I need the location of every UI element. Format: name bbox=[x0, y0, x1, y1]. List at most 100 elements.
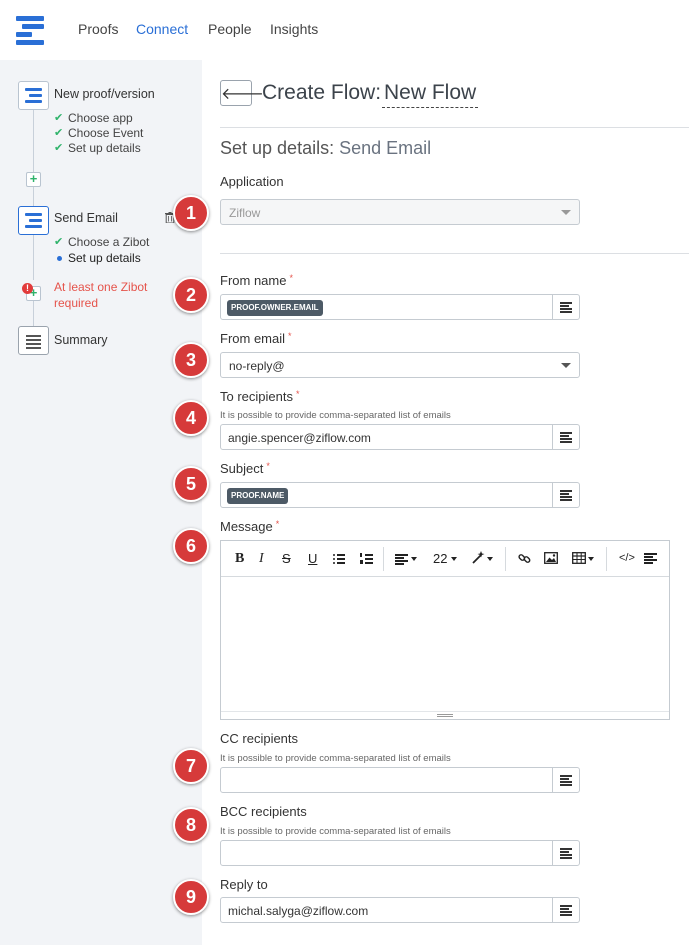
from-email-select[interactable]: no-reply@ bbox=[220, 352, 580, 378]
to-recipients-field[interactable]: angie.spencer@ziflow.com bbox=[220, 424, 580, 450]
substep-choose-app[interactable]: ✔ Choose app bbox=[54, 111, 133, 125]
cc-recipients-field[interactable] bbox=[220, 767, 580, 793]
variable-tag[interactable]: PROOF.NAME bbox=[227, 488, 289, 504]
toolbar-separator bbox=[383, 547, 384, 571]
chevron-down-icon bbox=[588, 557, 594, 561]
current-dot-icon bbox=[57, 256, 62, 261]
connector-line bbox=[33, 301, 34, 326]
chevron-down-icon bbox=[411, 557, 417, 561]
nav-people[interactable]: People bbox=[208, 21, 252, 37]
strikethrough-button[interactable]: S bbox=[282, 551, 291, 566]
variable-tag[interactable]: PROOF.OWNER.EMAIL bbox=[227, 300, 323, 316]
step-trigger-title[interactable]: New proof/version bbox=[54, 87, 155, 101]
substep-choose-zibot[interactable]: ✔ Choose a Zibot bbox=[54, 235, 149, 249]
annotation-badge-8: 8 bbox=[173, 807, 209, 843]
annotation-badge-2: 2 bbox=[173, 277, 209, 313]
check-icon: ✔ bbox=[54, 127, 64, 139]
back-button[interactable]: 🡐 bbox=[220, 80, 264, 106]
error-icon: ! bbox=[22, 283, 33, 294]
nav-insights[interactable]: Insights bbox=[270, 21, 318, 37]
numbered-list-icon[interactable] bbox=[360, 553, 373, 565]
bcc-recipients-help: It is possible to provide comma-separate… bbox=[220, 826, 451, 837]
step-send-email-title[interactable]: Send Email bbox=[54, 211, 118, 225]
annotation-badge-1: 1 bbox=[173, 195, 209, 231]
chevron-down-icon bbox=[561, 363, 571, 368]
section-title: Set up details: Send Email bbox=[220, 138, 432, 158]
connector-line bbox=[33, 235, 34, 280]
page-title: Create Flow: bbox=[262, 81, 382, 104]
table-icon[interactable] bbox=[572, 552, 586, 564]
divider bbox=[220, 127, 689, 128]
annotation-badge-9: 9 bbox=[173, 879, 209, 915]
reply-to-label: Reply to bbox=[220, 877, 268, 892]
ziflow-logo[interactable] bbox=[16, 14, 48, 46]
magic-wand-icon[interactable] bbox=[471, 551, 485, 565]
flow-steps-sidebar bbox=[0, 60, 202, 945]
align-icon[interactable] bbox=[395, 553, 408, 565]
link-icon[interactable] bbox=[518, 552, 531, 565]
annotation-badge-4: 4 bbox=[173, 400, 209, 436]
editor-toolbar: B I S U 22 </> bbox=[221, 541, 669, 577]
chevron-down-icon bbox=[487, 557, 493, 561]
to-recipients-label: To recipients * bbox=[220, 389, 300, 404]
arrow-left-icon: 🡐 bbox=[221, 86, 264, 103]
toolbar-separator bbox=[505, 547, 506, 571]
insert-variable-icon[interactable] bbox=[552, 768, 579, 792]
annotation-badge-3: 3 bbox=[173, 342, 209, 378]
to-recipients-help: It is possible to provide comma-separate… bbox=[220, 410, 451, 421]
cc-recipients-label: CC recipients bbox=[220, 731, 299, 746]
check-icon: ✔ bbox=[54, 236, 64, 248]
nav-proofs[interactable]: Proofs bbox=[78, 21, 118, 37]
subject-label: Subject * bbox=[220, 461, 270, 476]
substep-set-up-details-current[interactable]: Set up details bbox=[54, 251, 141, 265]
message-label: Message * bbox=[220, 519, 280, 534]
font-size-select[interactable]: 22 bbox=[433, 551, 447, 566]
cc-recipients-help: It is possible to provide comma-separate… bbox=[220, 753, 451, 764]
step-summary-icon[interactable] bbox=[18, 326, 49, 355]
bcc-recipients-label: BCC recipients bbox=[220, 804, 307, 819]
divider bbox=[220, 253, 689, 254]
code-view-button[interactable]: </> bbox=[619, 552, 635, 564]
bold-button[interactable]: B bbox=[235, 551, 244, 567]
substep-choose-event[interactable]: ✔ Choose Event bbox=[54, 126, 143, 140]
from-name-label: From name * bbox=[220, 273, 293, 288]
zibot-required-error: At least one Zibot required bbox=[54, 280, 148, 310]
chevron-down-icon bbox=[561, 210, 571, 215]
annotation-badge-7: 7 bbox=[173, 748, 209, 784]
message-editor[interactable]: B I S U 22 </> bbox=[220, 540, 670, 720]
underline-button[interactable]: U bbox=[308, 551, 317, 566]
insert-variable-icon[interactable] bbox=[552, 898, 579, 922]
flow-name-editable[interactable]: New Flow bbox=[382, 81, 479, 108]
top-nav: Proofs Connect People Insights bbox=[0, 0, 689, 60]
editor-resize-handle[interactable] bbox=[221, 711, 669, 719]
reply-to-field[interactable]: michal.salyga@ziflow.com bbox=[220, 897, 580, 923]
step-send-email-icon[interactable] bbox=[18, 206, 49, 235]
connector-line bbox=[33, 187, 34, 207]
insert-variable-icon[interactable] bbox=[552, 841, 579, 865]
from-email-label: From email * bbox=[220, 331, 292, 346]
paragraph-format-icon[interactable] bbox=[644, 553, 657, 565]
add-step-plus-icon[interactable]: + bbox=[26, 172, 41, 187]
chevron-down-icon bbox=[451, 557, 457, 561]
insert-variable-icon[interactable] bbox=[552, 295, 579, 319]
step-summary-title[interactable]: Summary bbox=[54, 333, 107, 347]
substep-set-up-details[interactable]: ✔ Set up details bbox=[54, 141, 141, 155]
connector-line bbox=[33, 110, 34, 172]
insert-variable-icon[interactable] bbox=[552, 425, 579, 449]
check-icon: ✔ bbox=[54, 112, 64, 124]
annotation-badge-5: 5 bbox=[173, 466, 209, 502]
bcc-recipients-field[interactable] bbox=[220, 840, 580, 866]
toolbar-separator bbox=[606, 547, 607, 571]
image-icon[interactable] bbox=[544, 552, 558, 564]
bullet-list-icon[interactable] bbox=[333, 553, 345, 565]
nav-connect[interactable]: Connect bbox=[136, 21, 188, 37]
annotation-badge-6: 6 bbox=[173, 528, 209, 564]
subject-field[interactable]: PROOF.NAME bbox=[220, 482, 580, 508]
step-trigger-icon[interactable] bbox=[18, 81, 49, 110]
italic-button[interactable]: I bbox=[259, 551, 264, 567]
application-select: Ziflow bbox=[220, 199, 580, 225]
application-label: Application bbox=[220, 174, 284, 189]
insert-variable-icon[interactable] bbox=[552, 483, 579, 507]
from-name-field[interactable]: PROOF.OWNER.EMAIL bbox=[220, 294, 580, 320]
check-icon: ✔ bbox=[54, 142, 64, 154]
